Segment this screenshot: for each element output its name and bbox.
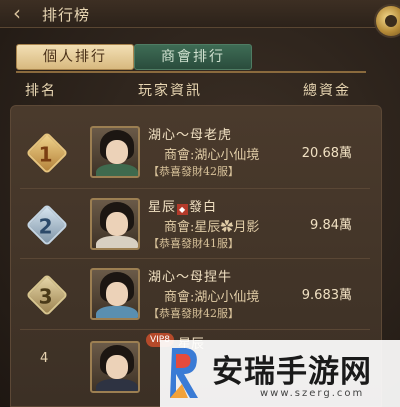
watermark-text: 安瑞手游网 [212, 354, 372, 390]
rank-badge-bronze: 3 [25, 273, 69, 317]
coin-menu-icon[interactable] [374, 4, 400, 38]
rank-number: 4 [40, 351, 49, 366]
watermark-url: www.szerg.com [260, 388, 365, 399]
server-title: 【恭喜發財42服】 [148, 165, 239, 178]
guild-name: 商會:星辰✿月影 [164, 220, 260, 235]
watermark: 安瑞手游网 www.szerg.com [160, 340, 400, 407]
row-divider [20, 258, 370, 259]
total-funds: 9.84萬 [310, 218, 352, 233]
avatar[interactable] [90, 198, 140, 250]
player-name: 星辰 ◆ 發白 [148, 200, 218, 215]
guild-name: 商會:湖心小仙境 [164, 148, 260, 163]
rank-badge-silver: 2 [25, 203, 69, 247]
avatar-robe [96, 164, 138, 176]
player-name: 湖心～母老虎 [148, 128, 233, 143]
column-header-rank: 排名 [25, 83, 57, 99]
server-title: 【恭喜發財41服】 [148, 237, 239, 250]
page-title: 排行榜 [42, 6, 91, 24]
player-name: 湖心～母捏牛 [148, 270, 233, 285]
column-header-player-info: 玩家資訊 [138, 83, 202, 99]
total-funds: 9.683萬 [301, 288, 352, 303]
ranking-row[interactable]: 2 星辰 ◆ 發白 商會:星辰✿月影 【恭喜發財41服】 9.84萬 [18, 190, 374, 262]
guild-name: 商會:湖心小仙境 [164, 290, 260, 305]
avatar[interactable] [90, 268, 140, 320]
flower-icon: ✿ [220, 220, 234, 235]
column-header-total-funds: 總資金 [303, 83, 351, 99]
server-title: 【恭喜發財42服】 [148, 307, 239, 320]
guild-emblem-icon: ◆ [177, 204, 189, 215]
tab-guild-ranking[interactable]: 商會排行 [134, 44, 252, 70]
watermark-logo-icon [170, 348, 198, 398]
avatar[interactable] [90, 341, 140, 393]
row-divider [20, 329, 370, 330]
back-arrow-icon[interactable]: ‹ [6, 2, 28, 24]
ranking-row[interactable]: 1 湖心～母老虎 商會:湖心小仙境 【恭喜發財42服】 20.68萬 [18, 118, 374, 190]
avatar[interactable] [90, 126, 140, 178]
total-funds: 20.68萬 [301, 146, 352, 161]
tab-divider [16, 71, 366, 73]
rank-badge-gold: 1 [25, 131, 69, 175]
ranking-row[interactable]: 3 湖心～母捏牛 商會:湖心小仙境 【恭喜發財42服】 9.683萬 [18, 260, 374, 332]
tab-personal-ranking[interactable]: 個人排行 [16, 44, 134, 70]
top-bar: ‹ 排行榜 [0, 0, 400, 28]
row-divider [20, 188, 370, 189]
